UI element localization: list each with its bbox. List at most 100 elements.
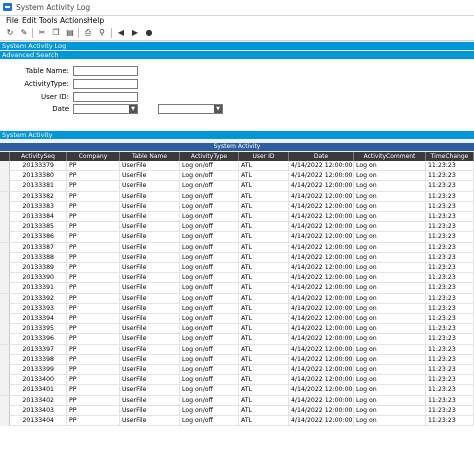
row-selector[interactable]: [0, 252, 10, 263]
row-selector[interactable]: [0, 171, 10, 182]
table-row[interactable]: 20133396 PP UserFile Log on/off ATL 4/14/2022…: [0, 334, 474, 345]
cell-activitycomment: Log on: [354, 283, 426, 294]
column-header-activitycomment[interactable]: ActivityComment: [354, 152, 426, 161]
row-selector[interactable]: [0, 283, 10, 294]
table-row[interactable]: 20133394 PP UserFile Log on/off ATL 4/14/2022…: [0, 314, 474, 325]
row-selector[interactable]: [0, 416, 10, 426]
menu-actions[interactable]: Actions: [60, 16, 87, 25]
date-from-dropdown[interactable]: ▼: [73, 104, 138, 114]
row-selector[interactable]: [0, 273, 10, 284]
table-row[interactable]: 20133386 PP UserFile Log on/off ATL 4/14/2022…: [0, 232, 474, 243]
table-row[interactable]: 20133400 PP UserFile Log on/off ATL 4/14/2022…: [0, 375, 474, 386]
row-selector[interactable]: [0, 385, 10, 396]
table-row[interactable]: 20133387 PP UserFile Log on/off ATL 4/14/2022…: [0, 242, 474, 253]
table-row[interactable]: 20133379 PP UserFile Log on/off ATL 4/14/2022…: [0, 161, 474, 172]
table-row[interactable]: 20133388 PP UserFile Log on/off ATL 4/14/2022…: [0, 252, 474, 263]
table-row[interactable]: 20133385 PP UserFile Log on/off ATL 4/14/2022…: [0, 222, 474, 233]
cell-user-id: ATL: [239, 212, 289, 222]
table-row[interactable]: 20133395 PP UserFile Log on/off ATL 4/14/2022…: [0, 324, 474, 335]
date-to-dropdown[interactable]: ▼: [158, 104, 223, 114]
cell-user-id: ATL: [239, 161, 289, 171]
table-row[interactable]: 20133384 PP UserFile Log on/off ATL 4/14/2022…: [0, 212, 474, 223]
system-activity-header-bar[interactable]: System Activity: [0, 131, 474, 139]
cell-company: PP: [67, 171, 120, 182]
system-activity-header: System Activity: [2, 131, 53, 139]
window-title: System Activity Log: [16, 3, 91, 12]
cell-table-name: UserFile: [120, 354, 180, 365]
menu-edit[interactable]: Edit: [22, 16, 37, 25]
row-selector[interactable]: [0, 263, 10, 273]
row-selector[interactable]: [0, 222, 10, 233]
copy-icon[interactable]: ❐: [51, 28, 61, 38]
cell-user-id: ATL: [239, 273, 289, 284]
menu-tools[interactable]: Tools: [39, 16, 57, 25]
advanced-search-header-bar[interactable]: Advanced Search: [0, 51, 474, 59]
table-row[interactable]: 20133381 PP UserFile Log on/off ATL 4/14/2022…: [0, 181, 474, 192]
row-selector[interactable]: [0, 191, 10, 202]
table-row[interactable]: 20133380 PP UserFile Log on/off ATL 4/14/2022…: [0, 171, 474, 182]
table-row[interactable]: 20133403 PP UserFile Log on/off ATL 4/14/2022…: [0, 405, 474, 416]
back-icon[interactable]: ◀: [116, 28, 126, 38]
column-header-activityseq[interactable]: ActivitySeq: [10, 152, 67, 161]
table-row[interactable]: 20133393 PP UserFile Log on/off ATL 4/14/2022…: [0, 303, 474, 314]
cell-user-id: ATL: [239, 263, 289, 273]
row-selector[interactable]: [0, 405, 10, 416]
menu-help[interactable]: Help: [87, 16, 104, 25]
table-row[interactable]: 20133398 PP UserFile Log on/off ATL 4/14/2022…: [0, 354, 474, 365]
row-selector[interactable]: [0, 303, 10, 314]
row-selector[interactable]: [0, 242, 10, 253]
table-row[interactable]: 20133383 PP UserFile Log on/off ATL 4/14/2022…: [0, 201, 474, 212]
print-icon[interactable]: ⎙: [83, 28, 93, 38]
user-id-input[interactable]: [73, 92, 138, 102]
stop-icon[interactable]: ●: [144, 28, 154, 38]
cell-company: PP: [67, 232, 120, 243]
column-header-table-name[interactable]: Table Name: [120, 152, 180, 161]
row-selector[interactable]: [0, 293, 10, 304]
row-selector[interactable]: [0, 181, 10, 192]
row-selector[interactable]: [0, 365, 10, 375]
print-preview-icon[interactable]: ⚲: [97, 28, 107, 38]
cell-activitycomment: Log on: [354, 293, 426, 304]
row-selector[interactable]: [0, 354, 10, 365]
table-row[interactable]: 20133399 PP UserFile Log on/off ATL 4/14/2022…: [0, 365, 474, 376]
row-selector[interactable]: [0, 375, 10, 386]
cell-timechange: 11:23:23: [426, 303, 474, 314]
column-header-timechange[interactable]: TimeChange: [426, 152, 474, 161]
row-selector[interactable]: [0, 344, 10, 355]
table-row[interactable]: 20133397 PP UserFile Log on/off ATL 4/14/2022…: [0, 344, 474, 355]
row-selector[interactable]: [0, 201, 10, 212]
column-header-activitytype[interactable]: ActivityType: [180, 152, 239, 161]
clear-icon[interactable]: ✎: [19, 28, 29, 38]
column-header-date[interactable]: Date: [289, 152, 354, 161]
cell-user-id: ATL: [239, 324, 289, 335]
row-selector[interactable]: [0, 395, 10, 406]
table-row[interactable]: 20133391 PP UserFile Log on/off ATL 4/14/2022…: [0, 283, 474, 294]
row-selector[interactable]: [0, 232, 10, 243]
menu-file[interactable]: File: [6, 16, 19, 25]
paste-icon[interactable]: ▤: [65, 28, 75, 38]
column-header-company[interactable]: Company: [67, 152, 120, 161]
refresh-icon[interactable]: ↻: [5, 28, 15, 38]
table-row[interactable]: 20133382 PP UserFile Log on/off ATL 4/14/2022…: [0, 191, 474, 202]
chevron-down-icon[interactable]: ▼: [214, 105, 222, 113]
cut-icon[interactable]: ✂: [37, 28, 47, 38]
activity-type-input[interactable]: [73, 79, 138, 89]
table-name-input[interactable]: [73, 66, 138, 76]
toolbar-separator: [111, 28, 112, 38]
forward-icon[interactable]: ▶: [130, 28, 140, 38]
row-selector[interactable]: [0, 161, 10, 171]
table-row[interactable]: 20133402 PP UserFile Log on/off ATL 4/14/2022…: [0, 395, 474, 406]
table-row[interactable]: 20133392 PP UserFile Log on/off ATL 4/14/2022…: [0, 293, 474, 304]
row-selector[interactable]: [0, 212, 10, 222]
cell-timechange: 11:23:23: [426, 395, 474, 406]
table-row[interactable]: 20133404 PP UserFile Log on/off ATL 4/14/2022…: [0, 416, 474, 427]
column-header-user-id[interactable]: User ID: [239, 152, 289, 161]
row-selector[interactable]: [0, 314, 10, 324]
row-selector[interactable]: [0, 324, 10, 335]
table-row[interactable]: 20133390 PP UserFile Log on/off ATL 4/14/2022…: [0, 273, 474, 284]
row-selector[interactable]: [0, 334, 10, 345]
table-row[interactable]: 20133389 PP UserFile Log on/off ATL 4/14/2022…: [0, 263, 474, 274]
cell-user-id: ATL: [239, 385, 289, 396]
chevron-down-icon[interactable]: ▼: [129, 105, 137, 113]
table-row[interactable]: 20133401 PP UserFile Log on/off ATL 4/14/2022…: [0, 385, 474, 396]
